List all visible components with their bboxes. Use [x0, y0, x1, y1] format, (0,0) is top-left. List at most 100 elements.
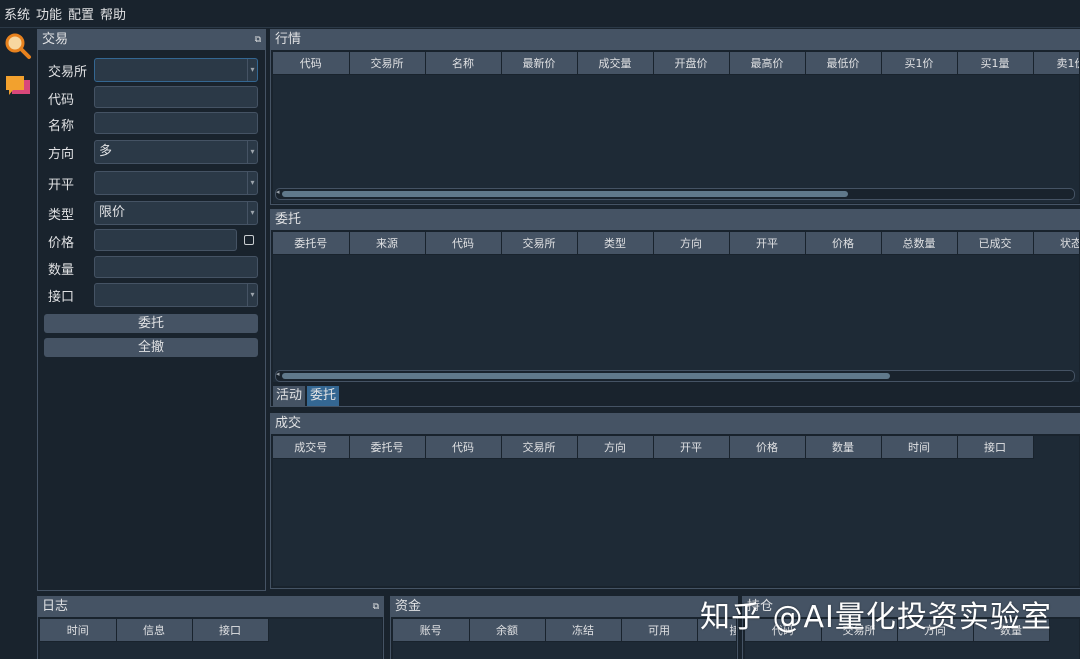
order-table: 委托号 来源 代码 交易所 类型 方向 开平 价格 总数量 已成交 状态 [273, 232, 1079, 382]
price-checkbox[interactable] [244, 235, 254, 245]
order-horizontal-scrollbar[interactable]: ◂ [275, 370, 1075, 382]
column-header[interactable]: 委托号 [273, 232, 350, 255]
column-header[interactable]: 价格 [729, 436, 806, 459]
log-table: 时间 信息 接口 [40, 619, 382, 659]
column-header[interactable]: 时间 [40, 619, 117, 642]
column-header[interactable]: 接口 [192, 619, 269, 642]
scrollbar-handle[interactable] [282, 191, 848, 197]
column-header[interactable]: 数量 [805, 436, 882, 459]
market-horizontal-scrollbar[interactable]: ◂ [275, 188, 1075, 200]
name-input[interactable] [94, 112, 258, 134]
column-header[interactable]: 余额 [469, 619, 546, 642]
column-header[interactable]: 最低价 [805, 52, 882, 75]
account-panel-title: 资金 [391, 597, 737, 617]
column-header[interactable]: 买1量 [957, 52, 1034, 75]
name-row: 名称 [48, 112, 94, 136]
scroll-left-icon[interactable]: ◂ [276, 188, 280, 196]
symbol-input[interactable] [94, 86, 258, 108]
offset-combo[interactable]: ▾ [94, 171, 258, 195]
column-header[interactable]: 卖1价 [1033, 52, 1079, 75]
log-header-row: 时间 信息 接口 [40, 619, 269, 642]
column-header[interactable]: 方向 [653, 232, 730, 255]
column-header[interactable]: 交易所 [349, 52, 426, 75]
gateway-label: 接口 [48, 289, 75, 305]
exchange-combo[interactable]: ▾ [94, 58, 258, 82]
order-type-combo[interactable]: 限价 ▾ [94, 201, 258, 225]
column-header[interactable]: 买1价 [881, 52, 958, 75]
column-header[interactable]: 委托号 [349, 436, 426, 459]
exchange-label: 交易所 [48, 64, 88, 80]
direction-label: 方向 [48, 146, 75, 162]
column-header[interactable]: 交易所 [501, 436, 578, 459]
tab-active-orders[interactable]: 活动 [273, 386, 306, 406]
search-icon[interactable] [4, 32, 32, 60]
column-header[interactable]: 价格 [805, 232, 882, 255]
offset-label: 开平 [48, 177, 75, 193]
trade-panel-title: 交易 ⧉ [38, 30, 265, 50]
float-icon[interactable]: ⧉ [255, 30, 261, 50]
trade-record-panel-title: 成交 [271, 414, 1080, 434]
column-header[interactable]: 名称 [425, 52, 502, 75]
column-header[interactable]: 冻结 [545, 619, 622, 642]
column-header[interactable]: 账号 [393, 619, 470, 642]
volume-label: 数量 [48, 262, 75, 278]
column-header[interactable]: 代码 [425, 436, 502, 459]
market-header-row: 代码 交易所 名称 最新价 成交量 开盘价 最高价 最低价 买1价 买1量 卖1… [273, 52, 1079, 75]
symbol-row: 代码 [48, 86, 94, 110]
chat-icon[interactable] [4, 74, 32, 102]
column-header[interactable]: 时间 [881, 436, 958, 459]
trade-record-table: 成交号 委托号 代码 交易所 方向 开平 价格 数量 时间 接口 [273, 436, 1079, 586]
order-panel: 委托 委托号 来源 代码 交易所 类型 方向 开平 价格 总数量 已成交 状态 … [270, 209, 1080, 407]
scroll-left-icon[interactable]: ◂ [276, 370, 280, 378]
column-header[interactable]: 开平 [653, 436, 730, 459]
menu-functions[interactable]: 功能 [36, 4, 62, 23]
menu-help[interactable]: 帮助 [100, 4, 126, 23]
trade-record-panel: 成交 成交号 委托号 代码 交易所 方向 开平 价格 数量 时间 接口 [270, 413, 1080, 589]
column-header[interactable]: 开盘价 [653, 52, 730, 75]
market-table: 代码 交易所 名称 最新价 成交量 开盘价 最高价 最低价 买1价 买1量 卖1… [273, 52, 1079, 203]
column-header[interactable]: 信息 [116, 619, 193, 642]
column-header[interactable]: 开平 [729, 232, 806, 255]
column-header[interactable]: 来源 [349, 232, 426, 255]
scrollbar-handle[interactable] [282, 373, 890, 379]
send-order-button[interactable]: 委托 [44, 314, 258, 333]
column-header[interactable]: 类型 [577, 232, 654, 255]
chevron-down-icon: ▾ [247, 59, 257, 81]
column-header[interactable]: 成交量 [577, 52, 654, 75]
column-header[interactable]: 已成交 [957, 232, 1034, 255]
column-header[interactable]: 最高价 [729, 52, 806, 75]
watermark-text: 知乎 @AI量化投资实验室 [700, 600, 1052, 635]
column-header[interactable]: 代码 [425, 232, 502, 255]
column-header[interactable]: 最新价 [501, 52, 578, 75]
price-label: 价格 [48, 235, 75, 251]
direction-combo[interactable]: 多 ▾ [94, 140, 258, 164]
tab-all-orders[interactable]: 委托 [307, 386, 340, 406]
column-header[interactable]: 接口 [957, 436, 1034, 459]
column-header[interactable]: 代码 [273, 52, 350, 75]
menu-config[interactable]: 配置 [68, 4, 94, 23]
column-header[interactable]: 交易所 [501, 232, 578, 255]
float-icon[interactable]: ⧉ [373, 597, 379, 617]
column-header[interactable]: 总数量 [881, 232, 958, 255]
column-header[interactable]: 状态 [1033, 232, 1079, 255]
price-row: 价格 [48, 229, 94, 253]
account-panel: 资金 账号 余额 冻结 可用 接 [390, 596, 738, 659]
exchange-row: 交易所 [48, 58, 94, 82]
gateway-combo[interactable]: ▾ [94, 283, 258, 307]
order-header-row: 委托号 来源 代码 交易所 类型 方向 开平 价格 总数量 已成交 状态 [273, 232, 1079, 255]
volume-input[interactable] [94, 256, 258, 278]
order-tabbar: 活动 委托 [273, 386, 341, 406]
trade-panel: 交易 ⧉ 交易所 ▾ 代码 名称 方向 多 ▾ 开平 ▾ 类型 限价 ▾ 价格 [37, 29, 266, 591]
symbol-label: 代码 [48, 92, 75, 108]
price-input[interactable] [94, 229, 237, 251]
chevron-down-icon: ▾ [247, 284, 257, 306]
order-type-row: 类型 [48, 201, 94, 225]
offset-row: 开平 [48, 171, 94, 195]
column-header[interactable]: 方向 [577, 436, 654, 459]
menu-system[interactable]: 系统 [4, 4, 30, 23]
column-header[interactable]: 成交号 [273, 436, 350, 459]
menu-bar: 系统 功能 配置 帮助 [0, 0, 1080, 28]
column-header[interactable]: 可用 [621, 619, 698, 642]
volume-row: 数量 [48, 256, 94, 280]
cancel-all-button[interactable]: 全撤 [44, 338, 258, 357]
